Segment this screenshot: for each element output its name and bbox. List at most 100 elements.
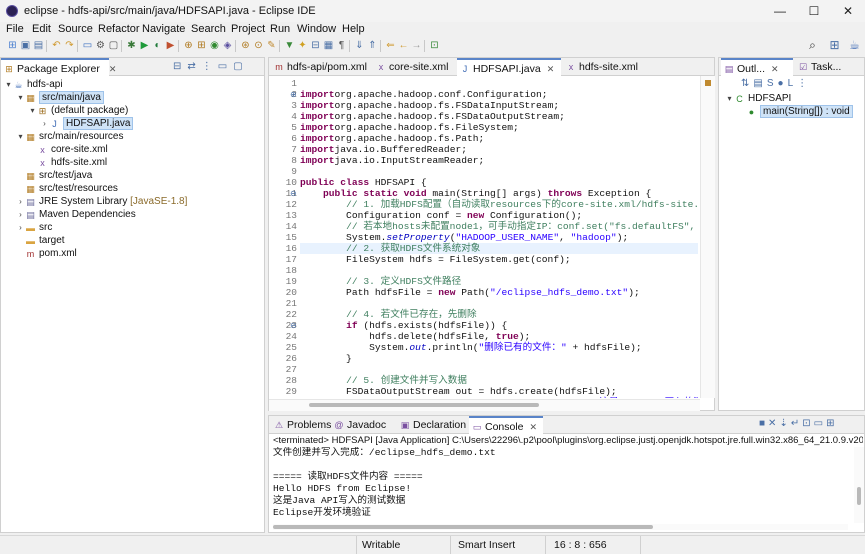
- console-hscroll-thumb[interactable]: [273, 525, 653, 529]
- menu-navigate[interactable]: Navigate: [142, 22, 185, 36]
- code-line[interactable]: System.out.println("删除已有的文件：" + hdfsFile…: [300, 342, 698, 353]
- code-line[interactable]: importorg.apache.hadoop.fs.FSDataOutputS…: [300, 111, 698, 122]
- code-line[interactable]: String content = "Hello HDFS from Eclips…: [300, 397, 698, 398]
- new-window-icon[interactable]: ▢: [107, 39, 120, 52]
- code-line[interactable]: importorg.apache.hadoop.fs.FileSystem;: [300, 122, 698, 133]
- tree-item[interactable]: ▾ ▦ src/main/resources: [4, 130, 262, 143]
- collapsed-chevron-icon[interactable]: ›: [40, 117, 49, 130]
- fold-toggle-icon[interactable]: ⊖: [290, 189, 297, 198]
- tree-item[interactable]: m pom.xml: [4, 247, 262, 260]
- next-edit-icon[interactable]: ⇓: [353, 39, 366, 52]
- code-line[interactable]: // 3. 定义HDFS文件路径: [300, 276, 698, 287]
- tab-javadoc[interactable]: @ Javadoc: [331, 416, 395, 434]
- display-console-icon[interactable]: ▭: [814, 418, 826, 429]
- close-button[interactable]: ✕: [831, 0, 865, 22]
- menu-search[interactable]: Search: [191, 22, 226, 36]
- close-icon[interactable]: ✕: [109, 64, 117, 74]
- tab-console[interactable]: ▭ Console ✕: [469, 416, 543, 435]
- code-line[interactable]: importorg.apache.hadoop.fs.Path;: [300, 133, 698, 144]
- terminate-icon[interactable]: ■: [759, 418, 768, 429]
- forward-icon[interactable]: →: [410, 39, 423, 52]
- filter-icon[interactable]: ⋮: [202, 61, 218, 72]
- code-line[interactable]: [300, 78, 698, 89]
- collapsed-chevron-icon[interactable]: ›: [16, 195, 25, 208]
- tree-item[interactable]: ▾ ⊞ (default package): [4, 104, 262, 117]
- pin-console-icon[interactable]: ⊡: [802, 418, 813, 429]
- hide-static-icon[interactable]: S: [767, 78, 778, 89]
- quick-access-search-icon[interactable]: ⌕: [806, 39, 819, 52]
- tab-declaration[interactable]: ▣ Declaration: [397, 416, 467, 434]
- code-line[interactable]: // 4. 若文件已存在，先删除: [300, 309, 698, 320]
- new-icon[interactable]: ⊞: [6, 39, 19, 52]
- code-line[interactable]: importorg.apache.hadoop.fs.FSDataInputSt…: [300, 100, 698, 111]
- collapse-all-icon[interactable]: ⊟: [173, 61, 187, 72]
- close-icon[interactable]: ✕: [530, 422, 538, 432]
- code-line[interactable]: [300, 166, 698, 177]
- view-menu-icon[interactable]: ⋮: [797, 78, 811, 89]
- code-line[interactable]: importjava.io.BufferedReader;: [300, 144, 698, 155]
- new-java-project-icon[interactable]: ⊕: [182, 39, 195, 52]
- code-line[interactable]: FileSystem hdfs = FileSystem.get(conf);: [300, 254, 698, 265]
- scroll-lock-icon[interactable]: ⇣: [779, 418, 790, 429]
- last-edit-icon[interactable]: ⇐: [384, 39, 397, 52]
- sort-icon[interactable]: ⇅: [741, 78, 753, 89]
- tree-item[interactable]: ▦ src/test/java: [4, 169, 262, 182]
- code-line[interactable]: [300, 265, 698, 276]
- close-icon[interactable]: ✕: [547, 64, 555, 74]
- code-line[interactable]: public class HDFSAPI {: [300, 177, 698, 188]
- undo-icon[interactable]: ↶: [50, 39, 63, 52]
- fold-toggle-icon[interactable]: ⊕: [290, 90, 297, 99]
- settings-icon[interactable]: ⚙: [94, 39, 107, 52]
- prev-edit-icon[interactable]: ⇑: [366, 39, 379, 52]
- open-console-icon[interactable]: ⊞: [826, 418, 837, 429]
- external-tools-icon[interactable]: ▶: [164, 39, 177, 52]
- java-perspective-icon[interactable]: ☕: [848, 39, 861, 52]
- new-class-icon[interactable]: ◉: [208, 39, 221, 52]
- code-line[interactable]: [300, 364, 698, 375]
- show-whitespace-icon[interactable]: ¶: [335, 39, 348, 52]
- tree-item[interactable]: ▾ ☕ hdfs-api: [4, 78, 262, 91]
- save-all-icon[interactable]: ▤: [32, 39, 45, 52]
- menu-window[interactable]: Window: [297, 22, 336, 36]
- word-wrap-icon[interactable]: ↵: [791, 418, 802, 429]
- code-text[interactable]: importorg.apache.hadoop.conf.Configurati…: [300, 76, 698, 398]
- code-line[interactable]: Path hdfsFile = new Path("/eclipse_hdfs_…: [300, 287, 698, 298]
- code-line[interactable]: [300, 298, 698, 309]
- tab-problems[interactable]: ⚠ Problems: [271, 416, 331, 434]
- code-line[interactable]: importorg.apache.hadoop.conf.Configurati…: [300, 89, 698, 100]
- close-icon[interactable]: ✕: [771, 64, 779, 74]
- console-scroll-thumb[interactable]: [857, 487, 861, 505]
- tree-item[interactable]: › ▤ Maven Dependencies: [4, 208, 262, 221]
- tree-item[interactable]: ▾ C HDFSAPI: [725, 92, 865, 105]
- mark-occurrences-icon[interactable]: ⊟: [309, 39, 322, 52]
- code-line[interactable]: FSDataOutputStream out = hdfs.create(hdf…: [300, 386, 698, 397]
- code-line[interactable]: hdfs.delete(hdfsFile, true);: [300, 331, 698, 342]
- code-line[interactable]: // 2. 获取HDFS文件系统对象: [300, 243, 698, 254]
- horizontal-scrollbar[interactable]: [269, 399, 700, 411]
- code-line[interactable]: System.setProperty("HADOOP_USER_NAME", "…: [300, 232, 698, 243]
- tree-item[interactable]: › ▬ src: [4, 221, 262, 234]
- console-hscrollbar[interactable]: [273, 524, 848, 530]
- tree-item[interactable]: › ▤ JRE System Library [JavaSE-1.8]: [4, 195, 262, 208]
- code-line[interactable]: // 5. 创建文件并写入数据: [300, 375, 698, 386]
- minimize-button[interactable]: —: [763, 0, 797, 22]
- vertical-scrollbar[interactable]: [700, 76, 715, 398]
- expanded-chevron-icon[interactable]: ▾: [16, 91, 25, 104]
- save-icon[interactable]: ▣: [19, 39, 32, 52]
- tree-item[interactable]: › J HDFSAPI.java: [4, 117, 262, 130]
- menu-refactor[interactable]: Refactor: [98, 22, 140, 36]
- expanded-chevron-icon[interactable]: ▾: [28, 104, 37, 117]
- code-line[interactable]: Configuration conf = new Configuration()…: [300, 210, 698, 221]
- code-line[interactable]: public static void main(String[] args) t…: [300, 188, 698, 199]
- hide-local-types-icon[interactable]: L: [788, 78, 798, 89]
- pin-editor-icon[interactable]: ⊡: [428, 39, 441, 52]
- debug-icon[interactable]: ✱: [125, 39, 138, 52]
- tab-outl[interactable]: ▤ Outl... ✕: [721, 58, 793, 77]
- code-line[interactable]: // 1. 加载HDFS配置（自动读取resources下的core-site.…: [300, 199, 698, 210]
- next-annotation-icon[interactable]: ▼: [283, 39, 296, 52]
- remove-launch-icon[interactable]: ✕: [768, 418, 779, 429]
- tree-item[interactable]: ▦ src/test/resources: [4, 182, 262, 195]
- fold-toggle-icon[interactable]: ⊖: [290, 321, 297, 330]
- menu-edit[interactable]: Edit: [32, 22, 51, 36]
- search-icon[interactable]: ✎: [265, 39, 278, 52]
